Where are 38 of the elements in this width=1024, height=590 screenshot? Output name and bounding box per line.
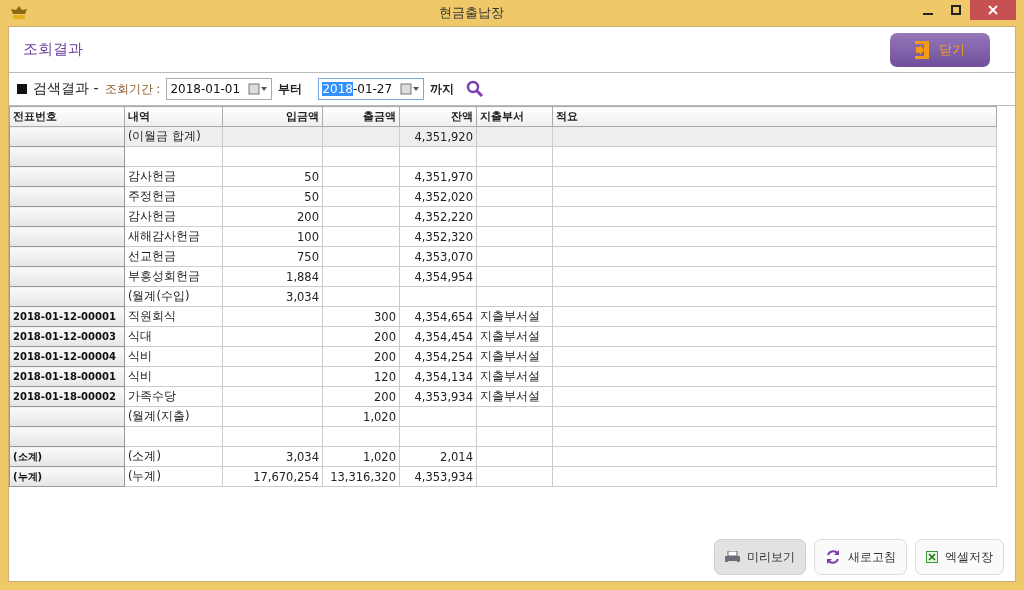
refresh-icon [825,549,841,565]
excel-button[interactable]: 엑셀저장 [915,539,1004,575]
print-button[interactable]: 미리보기 [714,539,806,575]
period-label: 조회기간 : [104,80,161,98]
square-bullet-icon [17,84,27,94]
close-button[interactable] [970,0,1016,20]
column-header[interactable]: 내역 [124,106,223,127]
section-label: 검색결과 - [33,80,99,98]
voucher-number: 2018-01-12-00004 [13,351,116,362]
voucher-number: (누계) [13,470,43,482]
minimize-icon [923,13,933,15]
refresh-button[interactable]: 새로고침 [814,539,907,575]
voucher-number: 2018-01-18-00002 [13,391,116,402]
voucher-number: 2018-01-12-00001 [13,311,116,322]
window-title: 현금출납장 [438,4,504,22]
column-header[interactable]: 전표번호 [9,106,125,127]
column-header[interactable]: 잔액 [399,106,477,127]
calendar-dropdown-icon[interactable] [248,83,269,95]
to-label: 까지 [430,80,455,98]
column-header[interactable]: 입금액 [222,106,323,127]
voucher-number: 2018-01-18-00001 [13,371,116,382]
printer-icon [725,550,740,564]
column-header[interactable]: 출금액 [322,106,400,127]
date-field[interactable]: 2018-01-01 [166,78,273,100]
column-header[interactable]: 적요 [552,106,997,127]
section-title: 조회결과 [23,40,83,59]
spreadsheet-icon [926,551,938,563]
column-header[interactable]: 지출부서 [476,106,553,127]
voucher-number: (소계) [13,450,43,462]
close-icon [988,5,998,15]
calendar-dropdown-icon[interactable] [400,83,421,95]
maximize-icon [951,5,961,15]
search-icon[interactable] [466,80,485,98]
date-field[interactable]: 2018-01-27 [318,78,425,100]
app-icon [10,5,28,21]
from-label: 부터 [278,80,303,98]
voucher-number: 2018-01-12-00003 [13,331,116,342]
exit-icon [915,40,929,59]
